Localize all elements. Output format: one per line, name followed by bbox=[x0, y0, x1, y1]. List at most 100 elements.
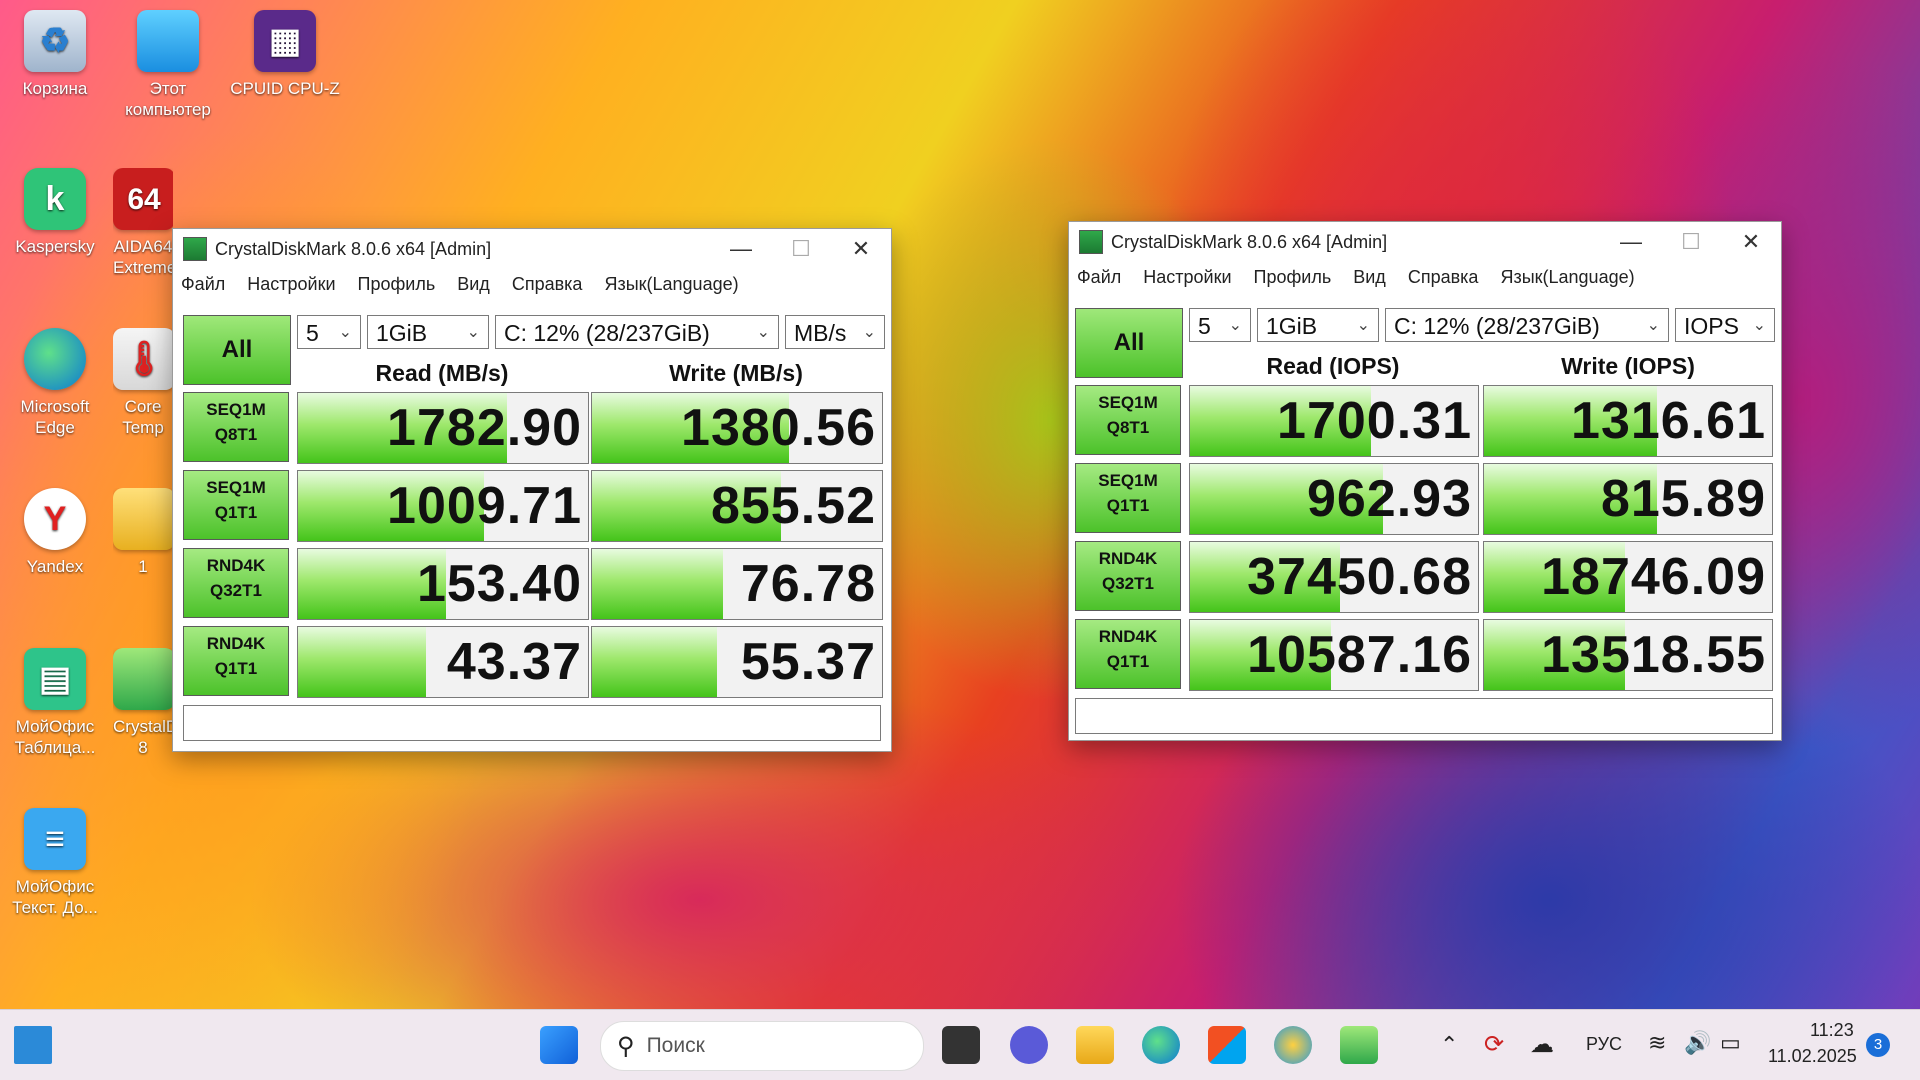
unit-select[interactable]: IOPS ⌄ bbox=[1675, 308, 1775, 342]
sync-icon[interactable]: ⟳ bbox=[1484, 1030, 1504, 1059]
test-button[interactable]: RND4K Q1T1 bbox=[1075, 619, 1181, 689]
unit-select[interactable]: MB/s ⌄ bbox=[785, 315, 885, 349]
read-result-value: 43.37 bbox=[446, 633, 582, 691]
menu-bar: Файл Настройки Профиль Вид Справка Язык(… bbox=[1069, 262, 1781, 292]
search-box[interactable]: ⚲ Поиск bbox=[600, 1021, 924, 1071]
desktop-icon-this-pc[interactable]: Этот компьютер bbox=[113, 10, 223, 120]
write-result-value: 18746.09 bbox=[1541, 548, 1766, 606]
chevron-down-icon: ⌄ bbox=[862, 324, 876, 341]
menu-language[interactable]: Язык(Language) bbox=[604, 274, 738, 295]
battery-icon[interactable]: ▭ bbox=[1720, 1030, 1741, 1056]
test-button[interactable]: SEQ1M Q1T1 bbox=[1075, 463, 1181, 533]
size-select[interactable]: 1GiB ⌄ bbox=[367, 315, 489, 349]
desktop-icon-myoffice-sheets[interactable]: ▤ МойОфис Таблица... bbox=[0, 648, 110, 758]
maximize-icon[interactable]: ☐ bbox=[771, 236, 831, 262]
drive-select[interactable]: C: 12% (28/237GiB) ⌄ bbox=[1385, 308, 1669, 342]
file-explorer-icon[interactable] bbox=[1076, 1026, 1114, 1064]
desktop-icon-cpuz[interactable]: ▦ CPUID CPU-Z bbox=[225, 10, 345, 99]
edge-icon bbox=[24, 328, 86, 390]
start-icon[interactable] bbox=[540, 1026, 578, 1064]
desktop-icon-crystaldiskmark[interactable]: CrystalDiskMark 8 bbox=[113, 648, 173, 758]
minimize-icon[interactable]: — bbox=[1601, 229, 1661, 255]
desktop-icon-core-temp[interactable]: 🌡 Core Temp bbox=[113, 328, 173, 438]
test-queue-label: Q1T1 bbox=[1106, 496, 1150, 515]
read-result-cell: 1782.90 bbox=[297, 392, 589, 464]
all-button[interactable]: All bbox=[183, 315, 291, 385]
cloud-icon[interactable]: ☁ bbox=[1530, 1030, 1554, 1059]
test-button[interactable]: SEQ1M Q8T1 bbox=[183, 392, 289, 462]
crystaldiskmark-window-iops[interactable]: CrystalDiskMark 8.0.6 x64 [Admin] — ☐ ✕ … bbox=[1068, 221, 1782, 741]
title-bar[interactable]: CrystalDiskMark 8.0.6 x64 [Admin] — ☐ ✕ bbox=[173, 229, 891, 269]
notification-badge[interactable]: 3 bbox=[1866, 1033, 1890, 1057]
test-button[interactable]: RND4K Q1T1 bbox=[183, 626, 289, 696]
size-select[interactable]: 1GiB ⌄ bbox=[1257, 308, 1379, 342]
desktop-icon-folder[interactable]: 1 bbox=[113, 488, 173, 577]
test-button[interactable]: RND4K Q32T1 bbox=[1075, 541, 1181, 611]
desktop-icon-yandex[interactable]: Y Yandex bbox=[0, 488, 110, 577]
menu-file[interactable]: Файл bbox=[1077, 267, 1121, 288]
desktop-icon-myoffice-text[interactable]: ≡ МойОфис Текст. До... bbox=[0, 808, 110, 918]
desktop-icon-kaspersky[interactable]: k Kaspersky bbox=[0, 168, 110, 257]
test-queue-label: Q1T1 bbox=[214, 659, 258, 678]
menu-profile[interactable]: Профиль bbox=[1254, 267, 1332, 288]
title-bar[interactable]: CrystalDiskMark 8.0.6 x64 [Admin] — ☐ ✕ bbox=[1069, 222, 1781, 262]
drive-select[interactable]: C: 12% (28/237GiB) ⌄ bbox=[495, 315, 779, 349]
clock-time[interactable]: 11:23 bbox=[1810, 1020, 1854, 1041]
close-icon[interactable]: ✕ bbox=[1721, 229, 1781, 255]
menu-file[interactable]: Файл bbox=[181, 274, 225, 295]
count-select[interactable]: 5 ⌄ bbox=[1189, 308, 1251, 342]
test-label: RND4K bbox=[206, 634, 266, 653]
test-label: RND4K bbox=[1098, 549, 1158, 568]
store-icon[interactable] bbox=[1208, 1026, 1246, 1064]
count-select[interactable]: 5 ⌄ bbox=[297, 315, 361, 349]
clock-date[interactable]: 11.02.2025 bbox=[1768, 1046, 1857, 1067]
widgets-icon[interactable] bbox=[14, 1026, 52, 1064]
test-label: SEQ1M bbox=[206, 478, 266, 497]
chevron-up-icon[interactable]: ⌃ bbox=[1440, 1032, 1458, 1058]
crystaldiskmark-window-mbps[interactable]: CrystalDiskMark 8.0.6 x64 [Admin] — ☐ ✕ … bbox=[172, 228, 892, 752]
test-queue-label: Q32T1 bbox=[1102, 574, 1154, 593]
write-result-cell: 76.78 bbox=[591, 548, 883, 620]
close-icon[interactable]: ✕ bbox=[831, 236, 891, 262]
edge-icon[interactable] bbox=[1142, 1026, 1180, 1064]
volume-icon[interactable]: 🔊 bbox=[1684, 1030, 1711, 1056]
crystaldiskmark-taskbar-icon[interactable] bbox=[1340, 1026, 1378, 1064]
task-view-icon[interactable] bbox=[942, 1026, 980, 1064]
wifi-icon[interactable]: ≋ bbox=[1648, 1030, 1666, 1056]
menu-help[interactable]: Справка bbox=[512, 274, 583, 295]
menu-profile[interactable]: Профиль bbox=[358, 274, 436, 295]
read-result-value: 153.40 bbox=[416, 555, 582, 613]
menu-help[interactable]: Справка bbox=[1408, 267, 1479, 288]
write-result-value: 1380.56 bbox=[681, 399, 876, 457]
all-button[interactable]: All bbox=[1075, 308, 1183, 378]
paint-icon[interactable] bbox=[1274, 1026, 1312, 1064]
read-column-header: Read (IOPS) bbox=[1266, 353, 1400, 379]
meet-icon[interactable] bbox=[1010, 1026, 1048, 1064]
menu-settings[interactable]: Настройки bbox=[1143, 267, 1231, 288]
desktop-icon-aida64[interactable]: 64 AIDA64 Extreme bbox=[113, 168, 173, 278]
test-button[interactable]: SEQ1M Q1T1 bbox=[183, 470, 289, 540]
unit-value: IOPS bbox=[1684, 313, 1739, 339]
taskbar: ⚲ Поиск ⌃ ⟳ ☁ РУС ≋ 🔊 ▭ 11:23 11.02.2025… bbox=[0, 1009, 1920, 1080]
menu-view[interactable]: Вид bbox=[1353, 267, 1386, 288]
test-button[interactable]: SEQ1M Q8T1 bbox=[1075, 385, 1181, 455]
write-result-cell: 1380.56 bbox=[591, 392, 883, 464]
desktop-icon-edge[interactable]: Microsoft Edge bbox=[0, 328, 110, 438]
write-result-value: 76.78 bbox=[740, 555, 876, 613]
maximize-icon[interactable]: ☐ bbox=[1661, 229, 1721, 255]
test-button[interactable]: RND4K Q32T1 bbox=[183, 548, 289, 618]
chevron-down-icon: ⌄ bbox=[466, 324, 480, 341]
menu-language[interactable]: Язык(Language) bbox=[1500, 267, 1634, 288]
drive-value: C: 12% (28/237GiB) bbox=[1394, 313, 1600, 339]
chevron-down-icon: ⌄ bbox=[338, 324, 352, 341]
desktop-icon-label: Корзина bbox=[22, 79, 88, 98]
desktop-icon-recycle-bin[interactable]: ♻ Корзина bbox=[0, 10, 110, 99]
menu-settings[interactable]: Настройки bbox=[247, 274, 335, 295]
read-result-cell: 962.93 bbox=[1189, 463, 1479, 535]
menu-view[interactable]: Вид bbox=[457, 274, 490, 295]
minimize-icon[interactable]: — bbox=[711, 236, 771, 262]
read-result-cell: 43.37 bbox=[297, 626, 589, 698]
read-result-cell: 1700.31 bbox=[1189, 385, 1479, 457]
write-column-header: Write (MB/s) bbox=[669, 360, 803, 386]
language-indicator[interactable]: РУС bbox=[1586, 1034, 1622, 1055]
